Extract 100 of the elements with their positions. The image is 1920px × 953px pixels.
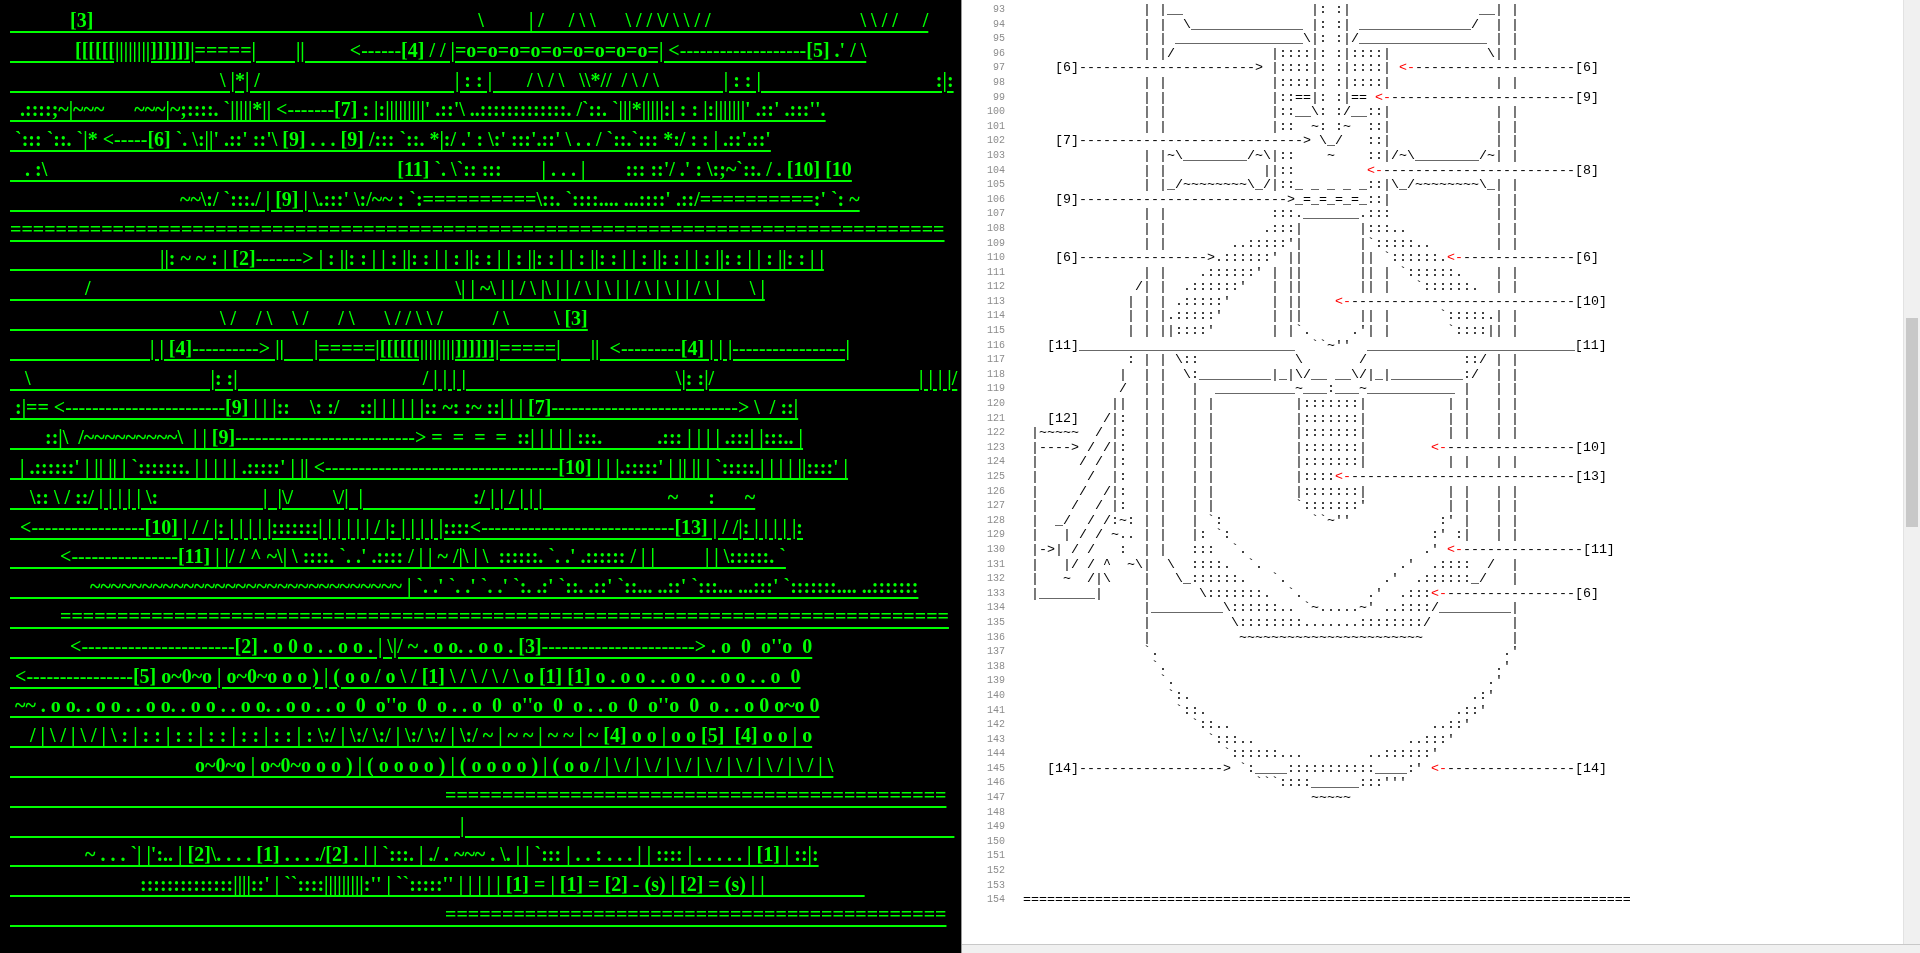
code-line: | |~\________/~\|:: ~ ::|/~\________/~| | (1141, 148, 1519, 164)
line-number: 101 (986, 119, 1006, 134)
code-line: | / / |: | | | | `:::::::' | | | | (1030, 499, 1519, 514)
ascii-link[interactable]: [[[[[[||||||||]]]]]]|=====| || <------[4] / / |=o=o=o=o=o=o=o=o=o=| <-------------------[5] .' / \ (10, 38, 867, 61)
line-number: 124 (986, 455, 1006, 470)
code-line: | | ________________\|: :|/________________ | | (1141, 32, 1519, 47)
code-line: |->| / / : | | ::: `. .' <----------------[11] (1030, 542, 1615, 558)
code-line: `::::::... ..::::::' (1221, 747, 1439, 762)
line-number: 150 (986, 834, 1006, 849)
code-line: [6]---------------->.::::::' || || `::::::.<---------------[6] (1054, 251, 1599, 266)
code-line: | |/ / ^ ~\| \ ::::. `. .' .:::: / | (1030, 557, 1519, 572)
line-number: 142 (986, 718, 1006, 733)
code-line: | | | \:_________|_|\/__ __\/|_|_________:/ | | (1117, 367, 1519, 383)
code-line: |_________\::::::.. `~.....~' ..::::/_________| (1141, 601, 1519, 616)
line-number: 129 (986, 528, 1006, 543)
ascii-link[interactable]: \:: \ / ::/ | | | | | \: | |\/ \/| | :/ | | / | | | ~ : ~ (10, 485, 756, 508)
code-line: | | \______________ |: :| ______________/ | | (1141, 17, 1519, 33)
line-number: 106 (986, 192, 1006, 207)
code-line: |~~~~~ / |: | | | | |:::::::| | | | | (1030, 426, 1519, 441)
line-number: 154 (986, 893, 1006, 908)
ascii-link[interactable]: <----------------[11] | |/ / ^ ~\| \ ::::. `. .' .:::: / | | ~ /|\ | \ ::::::. `. .' .:::::: / | | | | \::::::. ` (10, 545, 786, 568)
ascii-link[interactable]: ================================================================================== (10, 217, 945, 240)
line-number: 96 (992, 46, 1006, 61)
line-number: 136 (986, 630, 1006, 645)
ascii-link[interactable]: <-----------------[10] | / / |: | | | | |:::::::| | | | | | / |: | | | | |::::<-----------------------------[13] | / /|: | | | | |: (10, 515, 803, 538)
code-line: | / / |: | | | | |:::::::| | | | | (1030, 455, 1519, 470)
ascii-link[interactable]: ~ . . . `| |':.. | [2]\. . . . [1] . . . ./[2] . | | `:::. | ./ . ~~~ . \. | | `::: | . . : . . . | | :::: | . . . . . | [1] | ::|: (10, 843, 819, 866)
ascii-link[interactable]: ||: ~ ~ : | [2]-------> | : ||: : | | : ||: : | | : ||: : | | : ||: : | | : ||: : | | : ||: : | | : ||: : | | : ||: : | | (10, 247, 824, 270)
code-line: | / /|: | | | | |:::::::| | | | | (1030, 484, 1519, 499)
code-line: : | | \:: \ / ::/ | | (1125, 353, 1519, 368)
line-number: 121 (986, 411, 1006, 426)
code-line: `::. .::' (1173, 703, 1487, 718)
code-line: | | |::::|: :|::::| | | (1141, 75, 1519, 91)
code-line: | | / / ~.. | | |: `: :' :| | | (1030, 528, 1519, 543)
ascii-link[interactable]: ~~\:/ `:::./ | [9] | \.:::' \:/~~ : `:==========\::. `::::.... ...::::' .::/==========:' `: ~ (10, 187, 860, 210)
line-number: 93 (992, 3, 1006, 17)
code-line: [7]----------------------------> \_/ ::| | | (1054, 134, 1519, 149)
ascii-link[interactable]: ::|\ /~~~~~~~~~\ | | [9]---------------------------> = = = = ::| | | | | :::. .::: | | | | .:::| |:::.. | (10, 426, 804, 449)
code-line: ============================================================================ (1023, 893, 1631, 908)
line-number: 127 (986, 499, 1006, 514)
code-line: | \::::::::.......::::::::/ | (1141, 615, 1519, 631)
code-line: | | |::==|: :|== <------------------------[9] (1141, 90, 1599, 106)
line-number: 113 (986, 294, 1006, 309)
line-number: 140 (986, 688, 1006, 703)
scrollbar-thumb[interactable] (1906, 318, 1918, 527)
ascii-link[interactable]: \ |: :| / | | | | \|: :|/ | | | |/ (10, 366, 958, 389)
code-line: | | |::__\: :/__::| | | (1141, 105, 1519, 120)
line-number: 144 (986, 747, 1006, 762)
ascii-link[interactable]: ~~ . o o. . o o . . o o. . o o . . o o. . o o . . o 0 o''o 0 o . . o 0 o''o 0 o . . o 0 o''o 0 o . . o 0 o~o 0 (10, 694, 820, 717)
line-number: 119 (986, 382, 1006, 397)
code-line: | _/ / /:~: | | | `: ``~'' :' | | | (1030, 513, 1519, 528)
line-number: 137 (986, 645, 1006, 660)
ascii-link[interactable]: .::::;~|~~~ ~~~|~;::::. `|||||*|| <-------[7] : |:|||||||||' .::'\ ..:::::::::::::. /`::. `|||*|||||:| : : |:|||||||' .::' .:::''. (10, 98, 826, 121)
ascii-link[interactable]: o~0~o | o~0~o o o ) | ( o o o o ) | ( o o o o ) | ( o o / | \ / | \ / | \ / | \ / | \ / | \ / | \ / | \ (10, 753, 834, 776)
code-line: |----> / /|: | | | | |:::::::| <-----------------[10] (1030, 440, 1607, 456)
line-number: 125 (986, 470, 1006, 484)
ascii-link[interactable]: <----------------[5] o~0~o | o~0~o o o ) | ( o o / o \ / [1] \ / \ / \ / \ o [1] [1] o . o o . . o o . . o o . . o 0 (10, 664, 801, 687)
line-number: 132 (986, 572, 1006, 587)
ascii-link[interactable]: \ / / \ \ / / \ \ / / \ \ / / \ \ [3] (10, 306, 588, 329)
line-number: 117 (986, 353, 1006, 368)
line-number: 105 (986, 178, 1006, 193)
code-line: `. .' (1149, 659, 1511, 674)
code-line: | ~~~~~~~~~~~~~~~~~~~~~~~ | (1141, 630, 1519, 645)
ascii-link[interactable]: `::: `::. `|* <-----[6] `. \:||' .::' ::'\ [9] . . . [9] /::: `::. *|:/ .' : \:' :::'.::' \ . . / `::.`::: *:/ : : | .::'.::' (10, 128, 771, 151)
line-number: 100 (986, 105, 1006, 120)
horizontal-scrollbar[interactable] (962, 944, 1920, 953)
ascii-link[interactable]: / \| | ~\ | | / \ |\ | | / \ | \ | | / \ | \ | | / \ | \ | (10, 277, 765, 300)
line-number: 118 (986, 367, 1006, 382)
line-number: 98 (992, 75, 1006, 90)
code-line: | | ||::::' | |`. .'| | `::::|| | (1125, 324, 1519, 339)
ascii-link[interactable]: | .::::::' | || || | `:::::::. | | | | | .:::::' | || <-----------------------------------[10] | | |.:::::' | || || | `:::::.| | | | ||::::' | (10, 455, 849, 478)
code-line: / | | | __________~___:___~___________ | | | (1117, 382, 1519, 398)
line-number: 122 (986, 426, 1006, 441)
code-line: | |_/~~~~~~~~\_/|::_ _ _ _ _::|\_/~~~~~~~~\_| | (1141, 178, 1519, 193)
code-line: ```::::______:::''' (1253, 776, 1407, 792)
ascii-link[interactable]: . :\ [11] `. \`:: ::: | . . . | ::: ::'/ .' : \:;~`::. / . [10] [10 (10, 158, 852, 180)
code-line: | / |: | | | | |::::<-----------------------------[13] (1030, 470, 1607, 485)
ascii-link[interactable]: ~~~~~~~~~~~~~~~~~~~~~~~~~~~~~~ | `. .' `. .' `. .' `:. .:' `::. .::' `::... ..::' `:::... ...:::' `:::::::.... ..::::::: (10, 575, 919, 598)
ascii-link[interactable]: ::::::::::::::||||::' | ``::::|||||||||:'' | ``:::::'' | | | | | [1] = | [1] = [2] - (s) | [2] = (s) | | (10, 873, 865, 896)
ascii-link[interactable]: ============================================================================== (10, 604, 949, 627)
ascii-link[interactable]: [3] \ | / / \ \ \ / / \/ \ \ / / \ \ / / / (10, 9, 929, 31)
ascii-link[interactable]: | | [4]----------> || |=====|[[[[[[||||||||]]]]]]|=====| || <---------[4] | | |-----------------| (10, 336, 850, 359)
line-number: 114 (986, 309, 1006, 324)
ascii-link[interactable]: :|== <------------------------[9] | | |:: \: :/ ::| | | | | |:: ~: :~ ::| | | [7]----------------------------> \ / ::| (10, 396, 799, 419)
ascii-link[interactable]: / | \ / | \ / | \ : | : : | : : | : : | : : | : : | : \:/ | \:/ \:/ | \:/ \:/ | \:/ ~ | ~ ~ | ~ ~ | ~ [4] o o | o o [5] [4] o o | o (10, 724, 813, 747)
line-number: 120 (986, 397, 1006, 412)
line-number: 107 (986, 207, 1006, 222)
line-number: 134 (986, 601, 1006, 616)
ascii-link[interactable]: <-----------------------[2] . o 0 o . . o o . | \|/ ~ . o o. . o o . [3]-----------------------> . o 0 o''o 0 (10, 634, 813, 657)
line-number: 151 (986, 849, 1006, 864)
line-number: 104 (986, 163, 1006, 178)
ascii-link[interactable]: ============================================ (10, 783, 947, 806)
code-line: `:. .:' (1165, 688, 1495, 704)
ascii-link[interactable]: ============================================ (10, 902, 947, 925)
code-line: | | |:: ~: :~ ::| | | (1141, 119, 1519, 135)
ascii-link[interactable]: | (10, 813, 955, 836)
ascii-link[interactable]: \ |*| / | : : | / \ / \ \\*// / \ / \ | : : | :|: (10, 68, 954, 91)
line-number: 116 (986, 338, 1006, 353)
code-line: |_______| | \:::::::. `. .' .:::<-----------------[6] (1030, 586, 1599, 601)
code-line: `. .' (1157, 674, 1503, 689)
